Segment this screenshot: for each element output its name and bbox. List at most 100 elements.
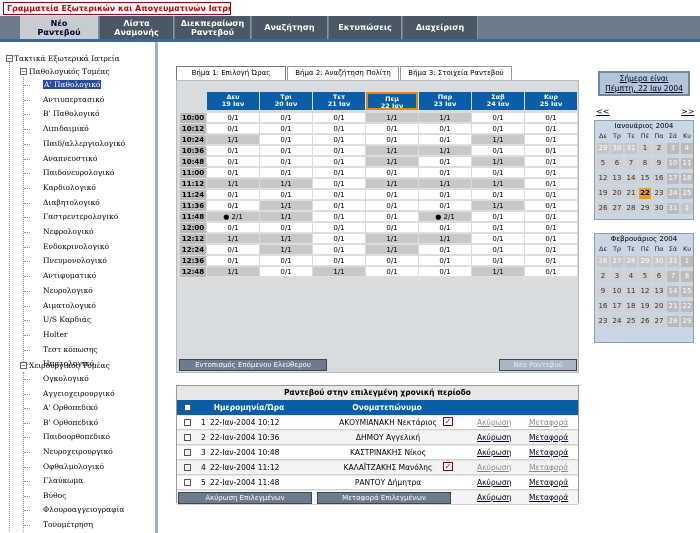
next-month-link[interactable]: >> [681,107,694,116]
tree-item[interactable]: Τονομέτρηση [43,520,93,529]
calendar-day[interactable]: 11 [625,286,637,297]
tree-item[interactable]: Α' Παθολογικό [43,80,102,89]
time-slot[interactable]: 1/1 [260,212,312,222]
time-slot[interactable]: 0/1 [472,190,524,200]
calendar-day[interactable]: 2 [597,271,609,282]
tree-item[interactable]: Πνευμονολογικό [43,256,107,265]
find-next-free-button[interactable]: Εντοπισμός Επόμενου Ελεύθερου [179,359,327,371]
calendar-day[interactable]: 17 [667,173,679,184]
calendar-day[interactable]: 29 [639,203,651,214]
time-slot[interactable]: 1/1 [419,179,471,189]
time-slot[interactable]: 0/1 [207,168,259,178]
cancel-selected-button[interactable]: Ακύρωση Επιλεγμένων [178,492,312,504]
calendar-day[interactable]: 25 [625,316,637,327]
time-slot[interactable]: 0/1 [260,267,312,277]
tree-item[interactable]: Καρδιολογικό [43,183,96,192]
time-slot[interactable]: 0/1 [419,256,471,266]
time-slot[interactable]: 1/1 [472,201,524,211]
time-slot[interactable]: 1/1 [366,234,418,244]
calendar-day[interactable]: 15 [639,173,651,184]
row-checkbox[interactable] [184,419,191,426]
time-slot[interactable]: 0/1 [472,168,524,178]
time-slot[interactable]: 0/1 [207,201,259,211]
calendar-day[interactable]: 29 [597,143,609,154]
tree-item[interactable]: Γλαύκωμα [43,476,83,485]
time-slot[interactable]: 1/1 [260,201,312,211]
calendar-day[interactable]: 12 [639,286,651,297]
time-slot[interactable]: 0/1 [366,168,418,178]
time-slot[interactable]: 0/1 [366,223,418,233]
calendar-day[interactable]: 15 [681,286,693,297]
prev-month-link[interactable]: << [596,107,609,116]
calendar-day[interactable]: 30 [611,143,623,154]
calendar-day[interactable]: 19 [639,301,651,312]
time-slot[interactable]: 0/1 [260,135,312,145]
new-appointment-button[interactable]: Νέο Ραντεβού [499,359,577,371]
time-slot[interactable]: 0/1 [207,245,259,255]
time-slot[interactable]: 0/1 [313,135,365,145]
calendar-day[interactable]: 21 [625,188,637,199]
time-slot[interactable]: 0/1 [313,223,365,233]
time-slot[interactable]: 0/1 [313,124,365,134]
time-slot[interactable]: 0/1 [313,212,365,222]
tree-item[interactable]: Holter [43,330,68,339]
time-slot[interactable]: 0/1 [525,256,577,266]
calendar-day[interactable]: 3 [667,143,679,154]
calendar-day[interactable]: 5 [597,158,609,169]
tree-item[interactable]: Αναπνευστικό [43,154,97,163]
calendar-day[interactable]: 30 [653,256,665,267]
time-slot[interactable]: 0/1 [366,267,418,277]
cancel-link[interactable]: Ακύρωση [477,446,511,460]
time-slot[interactable]: 1/1 [419,113,471,123]
time-slot[interactable]: 0/1 [313,168,365,178]
time-slot[interactable]: 0/1 [525,223,577,233]
calendar-day[interactable]: 26 [597,203,609,214]
cancel-link[interactable]: Ακύρωση [477,476,511,490]
calendar-day[interactable]: 27 [653,316,665,327]
calendar-day[interactable]: 6 [653,271,665,282]
time-slot[interactable]: 0/1 [260,113,312,123]
calendar-day[interactable]: 3 [611,271,623,282]
time-slot[interactable]: 1/1 [366,113,418,123]
calendar-day[interactable]: 16 [597,301,609,312]
row-checkbox[interactable] [184,434,191,441]
calendar-day[interactable]: 8 [639,158,651,169]
calendar-day[interactable]: 11 [681,158,693,169]
calendar-day[interactable]: 6 [611,158,623,169]
cancel-link[interactable]: Ακύρωση [477,491,511,505]
time-slot[interactable]: 0/1 [419,201,471,211]
time-slot[interactable]: 0/1 [472,256,524,266]
time-slot[interactable]: 0/1 [366,256,418,266]
time-slot[interactable]: 0/1 [366,135,418,145]
time-slot[interactable]: 1/1 [366,245,418,255]
calendar-day[interactable]: 19 [597,188,609,199]
cancel-link[interactable]: Ακύρωση [477,416,511,430]
tree-item[interactable]: U/S Καρδιάς [43,315,91,324]
calendar-day[interactable]: 20 [653,301,665,312]
calendar-day[interactable]: 31 [667,256,679,267]
today-button[interactable]: Σήμερα είναι Πέμπτη, 22 Ιαν 2004 [598,71,690,96]
calendar-day[interactable]: 24 [667,188,679,199]
tree-item[interactable]: Παιδονευρολογικό [43,168,114,177]
cancel-link[interactable]: Ακύρωση [477,431,511,445]
day-header-Σαβ[interactable]: Σαβ 24 Ιαν [472,92,524,110]
time-slot[interactable]: 0/1 [207,146,259,156]
calendar-day[interactable]: 2 [653,143,665,154]
tree-item[interactable]: Παιδ/αλλεργιολογικό [43,139,125,148]
calendar-day[interactable]: 31 [625,143,637,154]
time-slot[interactable]: 0/1 [525,113,577,123]
time-slot[interactable]: 0/1 [313,201,365,211]
time-slot[interactable]: 1/1 [366,146,418,156]
tree-item[interactable]: Γαστρεντερολογικό [43,212,118,221]
day-header-Πεμ[interactable]: Πεμ 22 Ιαν [366,92,418,110]
calendar-day[interactable]: 1 [639,143,651,154]
tab-2[interactable]: Λίστα Αναμονής [100,16,174,39]
time-slot[interactable]: 0/1 [313,113,365,123]
time-slot[interactable]: 1/1 [419,146,471,156]
time-slot[interactable]: 0/1 [313,179,365,189]
time-slot[interactable]: 0/1 [419,157,471,167]
time-slot[interactable]: 1/1 [472,135,524,145]
calendar-day[interactable]: 16 [653,173,665,184]
sidebar-splitter[interactable] [155,42,158,533]
calendar-day[interactable]: 28 [667,316,679,327]
